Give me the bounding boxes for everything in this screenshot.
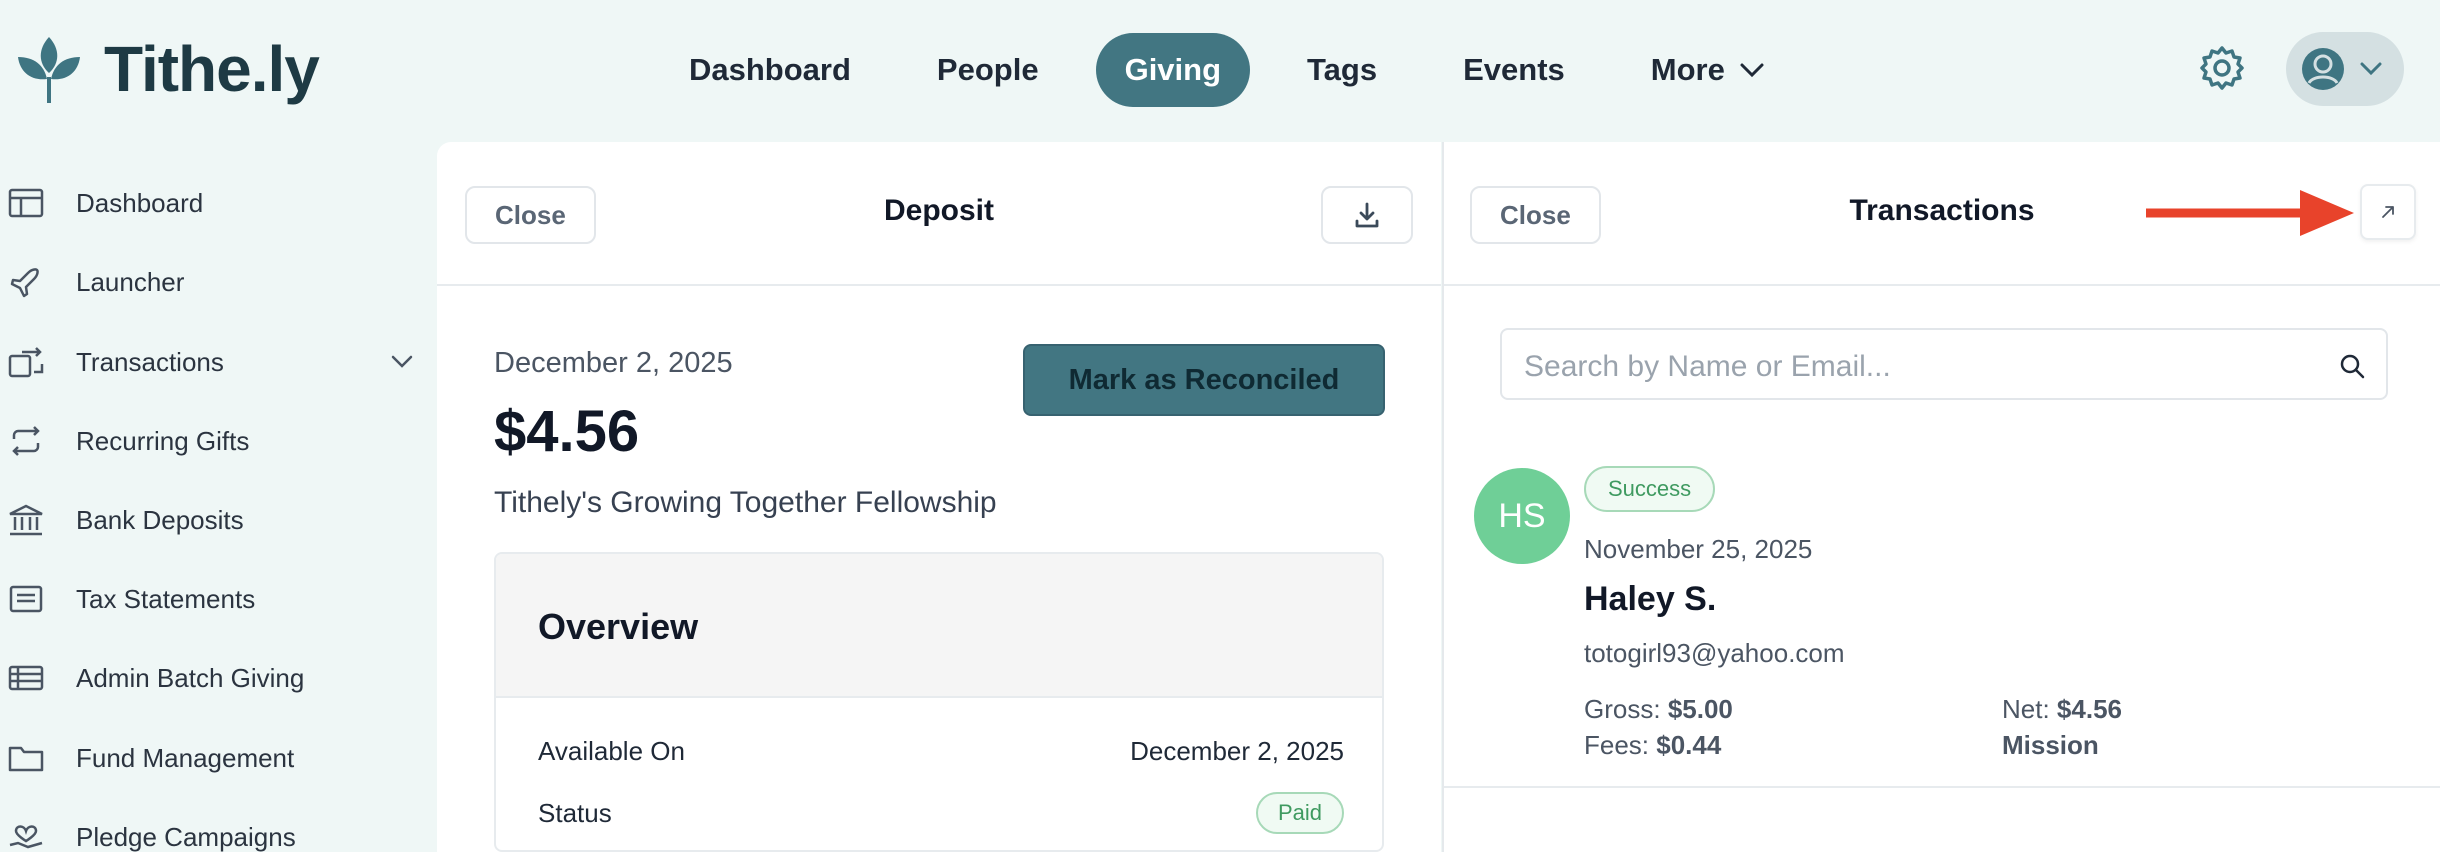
leaf-logo-icon bbox=[18, 37, 80, 103]
table-icon bbox=[8, 665, 44, 691]
nav-events[interactable]: Events bbox=[1434, 33, 1594, 107]
net-value: $4.56 bbox=[2056, 694, 2122, 724]
repeat-icon bbox=[12, 426, 40, 456]
tithely-logo[interactable]: Tithe.ly bbox=[16, 32, 320, 106]
sidebar-item-launcher[interactable]: Launcher bbox=[0, 252, 436, 312]
overview-header: Overview bbox=[496, 554, 1382, 698]
gross-label: Gross: bbox=[1584, 694, 1661, 724]
logo-text: Tithe.ly bbox=[104, 33, 320, 105]
available-on-value: December 2, 2025 bbox=[1130, 736, 1344, 766]
folder-icon bbox=[8, 746, 44, 772]
status-badge: Success bbox=[1584, 466, 1716, 512]
divider bbox=[1444, 786, 2440, 788]
sidebar: Dashboard Launcher Transactions Recurrin… bbox=[0, 140, 436, 852]
overview-card: Overview Available On December 2, 2025 S… bbox=[494, 552, 1384, 852]
download-button[interactable] bbox=[1321, 186, 1413, 244]
transaction-date: November 25, 2025 bbox=[1584, 534, 1813, 564]
avatar: HS bbox=[1474, 468, 1570, 564]
hand-heart-icon bbox=[9, 825, 43, 849]
sidebar-item-label: Recurring Gifts bbox=[76, 425, 250, 456]
mark-as-reconciled-button[interactable]: Mark as Reconciled bbox=[1023, 344, 1385, 416]
deposit-organization: Tithely's Growing Together Fellowship bbox=[494, 486, 997, 519]
nav-more[interactable]: More bbox=[1622, 33, 1794, 107]
deposit-header: Close Deposit bbox=[437, 142, 1441, 286]
nav-giving[interactable]: Giving bbox=[1095, 33, 1251, 107]
nav-people[interactable]: People bbox=[908, 33, 1068, 107]
sidebar-item-dashboard[interactable]: Dashboard bbox=[0, 173, 436, 233]
fund-value: Mission bbox=[2002, 730, 2099, 760]
gross-amount: Gross: $5.00 bbox=[1584, 694, 1733, 725]
sidebar-item-admin-batch-giving[interactable]: Admin Batch Giving bbox=[0, 648, 436, 708]
fees-value: $0.44 bbox=[1656, 730, 1722, 760]
available-on-row: Available On December 2, 2025 bbox=[538, 736, 1344, 767]
top-navigation-bar: Tithe.ly Dashboard People Giving Tags Ev… bbox=[0, 0, 2440, 140]
bank-icon bbox=[9, 504, 43, 536]
sidebar-item-label: Admin Batch Giving bbox=[76, 662, 305, 693]
chevron-down-icon[interactable] bbox=[390, 354, 414, 370]
sidebar-item-tax-statements[interactable]: Tax Statements bbox=[0, 569, 436, 629]
fees-amount: Fees: $0.44 bbox=[1584, 730, 1721, 761]
transfer-icon bbox=[8, 347, 44, 378]
net-amount: Net: $4.56 bbox=[2002, 694, 2122, 725]
fund-name: Mission bbox=[2002, 730, 2099, 761]
receipt-icon bbox=[9, 585, 43, 613]
user-avatar-icon bbox=[2302, 48, 2344, 90]
sidebar-item-label: Bank Deposits bbox=[76, 504, 244, 535]
expand-button[interactable] bbox=[2360, 184, 2416, 240]
nav-tags[interactable]: Tags bbox=[1278, 33, 1406, 107]
user-menu-button[interactable] bbox=[2286, 32, 2404, 106]
overview-title: Overview bbox=[538, 606, 699, 647]
sidebar-item-label: Fund Management bbox=[76, 742, 295, 773]
gear-icon[interactable] bbox=[2198, 44, 2246, 92]
sidebar-item-label: Launcher bbox=[76, 266, 185, 297]
sidebar-item-pledge-campaigns[interactable]: Pledge Campaigns bbox=[0, 807, 436, 852]
external-link-arrow-icon bbox=[2382, 206, 2394, 218]
sidebar-item-fund-management[interactable]: Fund Management bbox=[0, 728, 436, 788]
layout-icon bbox=[8, 188, 44, 218]
sidebar-item-recurring-gifts[interactable]: Recurring Gifts bbox=[0, 411, 436, 471]
transactions-panel: Close Transactions Search by Name or Ema… bbox=[1442, 142, 2440, 852]
chevron-down-icon bbox=[1740, 63, 1764, 78]
sidebar-item-transactions[interactable]: Transactions bbox=[0, 332, 436, 392]
status-row: Status Paid bbox=[538, 792, 1344, 834]
nav-more-label: More bbox=[1650, 52, 1725, 87]
search-placeholder: Search by Name or Email... bbox=[1524, 350, 1891, 383]
nav-dashboard[interactable]: Dashboard bbox=[660, 33, 880, 107]
search-input[interactable]: Search by Name or Email... bbox=[1500, 328, 2388, 400]
donor-email: totogirl93@yahoo.com bbox=[1584, 638, 1845, 668]
deposit-panel: Close Deposit December 2, 2025 $4.56 Tit… bbox=[437, 142, 1441, 852]
deposit-date: December 2, 2025 bbox=[494, 347, 733, 379]
status-badge: Paid bbox=[1255, 792, 1344, 834]
fees-label: Fees: bbox=[1584, 730, 1650, 760]
sidebar-item-label: Tax Statements bbox=[76, 583, 256, 614]
chevron-down-icon bbox=[2360, 62, 2382, 76]
download-icon bbox=[1355, 202, 1379, 228]
red-arrow-annotation-icon bbox=[2146, 190, 2354, 236]
deposit-amount: $4.56 bbox=[494, 399, 640, 464]
sidebar-item-label: Dashboard bbox=[76, 187, 204, 218]
gross-value: $5.00 bbox=[1667, 694, 1733, 724]
status-label: Status bbox=[538, 797, 612, 828]
sidebar-item-label: Pledge Campaigns bbox=[76, 821, 296, 852]
net-label: Net: bbox=[2002, 694, 2050, 724]
search-icon[interactable] bbox=[2338, 352, 2366, 380]
sidebar-item-bank-deposits[interactable]: Bank Deposits bbox=[0, 490, 436, 550]
available-on-label: Available On bbox=[538, 736, 685, 766]
plane-icon bbox=[10, 268, 39, 298]
deposit-title: Deposit bbox=[883, 194, 994, 227]
sidebar-item-label: Transactions bbox=[76, 346, 224, 377]
main-nav: Dashboard People Giving Tags Events More bbox=[660, 33, 1822, 107]
donor-name: Haley S. bbox=[1584, 580, 1717, 618]
